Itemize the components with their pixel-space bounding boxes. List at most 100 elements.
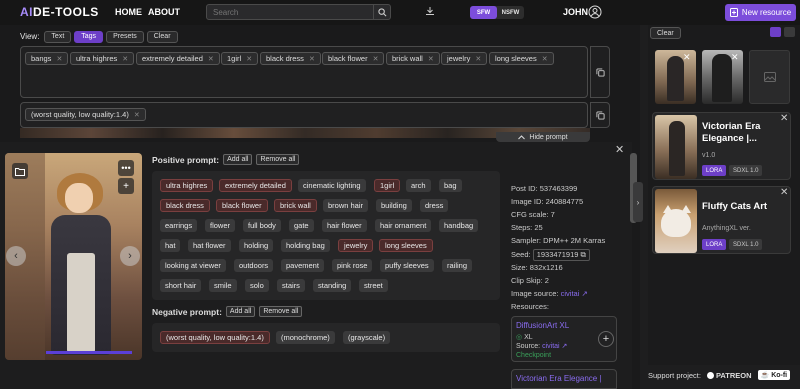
remove-tag-icon[interactable]: ✕ — [428, 55, 434, 63]
prompt-tag[interactable]: stairs — [277, 279, 305, 292]
copy-icon[interactable]: ⧉ — [581, 250, 586, 259]
resource-card-victorian[interactable]: Victorian Era Elegance |... v1.0 LORA SD… — [652, 112, 791, 180]
prompt-tag[interactable]: bag — [439, 179, 462, 192]
next-arrow-icon[interactable]: › — [120, 246, 140, 266]
user-avatar-icon[interactable] — [588, 5, 602, 21]
new-resource-button[interactable]: New resource — [725, 4, 796, 21]
prompt-tag[interactable]: looking at viewer — [160, 259, 226, 272]
negative-tag-input[interactable]: (worst quality, low quality:1.4) ✕ — [20, 102, 588, 128]
grid-view-icon[interactable] — [784, 27, 795, 37]
remove-tag-icon[interactable]: ✕ — [373, 55, 379, 63]
prompt-tag[interactable]: standing — [313, 279, 352, 292]
prompt-tag[interactable]: building — [376, 199, 412, 212]
view-text-button[interactable]: Text — [44, 30, 72, 43]
prompt-tag[interactable]: long sleeves — [379, 239, 433, 252]
prompt-tag[interactable]: hat flower — [188, 239, 231, 252]
prompt-tag[interactable]: flower — [205, 219, 236, 232]
prompt-tag[interactable]: railing — [442, 259, 473, 272]
prompt-tag[interactable]: brick wall — [274, 199, 317, 212]
prompt-tag[interactable]: earrings — [160, 219, 198, 232]
search-button[interactable] — [373, 5, 390, 19]
prompt-tag[interactable]: arch — [406, 179, 431, 192]
input-tag[interactable]: black dress ✕ — [260, 52, 321, 65]
copy-negative-button[interactable] — [590, 102, 610, 128]
username[interactable]: JOHN — [563, 7, 588, 17]
prompt-tag[interactable]: hair ornament — [375, 219, 432, 232]
clear-view-button[interactable]: Clear — [146, 30, 178, 43]
seed-value[interactable]: 1933471919 ⧉ — [532, 249, 590, 261]
kofi-link[interactable]: ☕ Ko-fi — [757, 370, 791, 380]
thumbnail-1[interactable]: ✕ — [655, 50, 696, 104]
search-input[interactable] — [213, 7, 373, 18]
prompt-tag[interactable]: (monochrome) — [276, 331, 335, 344]
input-tag[interactable]: extremely detailed ✕ — [136, 52, 220, 65]
prompt-tag[interactable]: (worst quality, low quality:1.4) — [160, 331, 270, 344]
download-icon[interactable] — [425, 6, 435, 18]
prompt-tag[interactable]: cinematic lighting — [298, 179, 366, 192]
positive-tag-input[interactable]: bangs ✕ ultra highres ✕ extremely detailed ✕ 1… — [20, 46, 588, 98]
input-tag[interactable]: brick wall ✕ — [386, 52, 440, 65]
add-resource-icon[interactable]: + — [598, 331, 614, 347]
card-title[interactable]: Fluffy Cats Art — [702, 201, 780, 213]
patreon-link[interactable]: PATREON — [706, 371, 752, 380]
prompt-tag[interactable]: pink rose — [332, 259, 373, 272]
remove-card-icon[interactable]: ✕ — [780, 187, 788, 198]
resource-source-link[interactable]: civitai — [542, 343, 560, 350]
external-link-icon[interactable]: ↗ — [581, 289, 587, 298]
hide-prompt-button[interactable]: Hide prompt — [496, 132, 590, 142]
negative-remove-all-button[interactable]: Remove all — [259, 306, 303, 317]
thumbnail-2[interactable]: ✕ — [702, 50, 743, 104]
prompt-tag[interactable]: 1girl — [374, 179, 401, 192]
input-tag[interactable]: black flower ✕ — [322, 52, 385, 65]
prompt-tag[interactable]: black flower — [216, 199, 268, 212]
site-logo[interactable]: AIDE-TOOLS — [20, 5, 99, 19]
right-clear-button[interactable]: Clear — [650, 27, 681, 39]
negative-add-all-button[interactable]: Add all — [225, 306, 256, 317]
remove-tag-icon[interactable]: ✕ — [542, 55, 548, 63]
prompt-tag[interactable]: gate — [289, 219, 314, 232]
positive-add-all-button[interactable]: Add all — [223, 154, 253, 165]
nav-home[interactable]: HOME — [115, 7, 142, 17]
input-tag[interactable]: ultra highres ✕ — [70, 52, 135, 65]
thumbnail-placeholder[interactable] — [749, 50, 790, 104]
list-view-icon[interactable] — [770, 27, 781, 37]
view-tags-button[interactable]: Tags — [74, 30, 104, 43]
prompt-tag[interactable]: smile — [209, 279, 237, 292]
remove-tag-icon[interactable]: ✕ — [309, 55, 315, 63]
prompt-tag[interactable]: brown hair — [323, 199, 369, 212]
remove-card-icon[interactable]: ✕ — [780, 113, 788, 124]
input-tag[interactable]: bangs ✕ — [25, 52, 69, 65]
prompt-tag[interactable]: solo — [245, 279, 269, 292]
remove-tag-icon[interactable]: ✕ — [246, 55, 252, 63]
input-tag[interactable]: long sleeves ✕ — [489, 52, 554, 65]
sfw-option[interactable]: SFW — [470, 6, 497, 19]
presets-button[interactable]: Presets — [106, 30, 144, 43]
remove-thumbnail-icon[interactable]: ✕ — [683, 52, 691, 63]
image-source-link[interactable]: civitai — [561, 289, 580, 298]
prompt-tag[interactable]: street — [359, 279, 388, 292]
input-tag[interactable]: 1girl ✕ — [221, 52, 259, 65]
modal-close-icon[interactable]: ✕ — [615, 143, 624, 156]
prev-arrow-icon[interactable]: ‹ — [6, 246, 26, 266]
remove-tag-icon[interactable]: ✕ — [208, 55, 214, 63]
prompt-tag[interactable]: outdoors — [234, 259, 274, 272]
resource-name[interactable]: DiffusionArt XL — [516, 321, 569, 330]
resource-card-fluffy-cats[interactable]: Fluffy Cats Art AnythingXL ver. LORA SDX… — [652, 186, 791, 254]
external-link-icon[interactable]: ↗ — [562, 343, 568, 350]
prompt-tag[interactable]: hat — [160, 239, 181, 252]
prompt-tag[interactable]: (grayscale) — [343, 331, 391, 344]
nav-about[interactable]: ABOUT — [148, 7, 180, 17]
copy-positive-button[interactable] — [590, 46, 610, 98]
remove-tag-icon[interactable]: ✕ — [122, 55, 128, 63]
resource-card-2[interactable]: Victorian Era Elegance | — [511, 369, 617, 389]
more-options-icon[interactable]: ••• — [118, 160, 134, 176]
prompt-tag[interactable]: holding bag — [281, 239, 330, 252]
prompt-tag[interactable]: black dress — [160, 199, 210, 212]
input-tag[interactable]: (worst quality, low quality:1.4) ✕ — [25, 108, 146, 121]
remove-tag-icon[interactable]: ✕ — [134, 111, 140, 119]
collapse-panel-icon[interactable]: › — [633, 182, 643, 222]
prompt-tag[interactable]: full body — [243, 219, 281, 232]
remove-tag-icon[interactable]: ✕ — [56, 55, 62, 63]
prompt-tag[interactable]: handbag — [439, 219, 479, 232]
card-title[interactable]: Victorian Era Elegance |... — [702, 121, 780, 145]
